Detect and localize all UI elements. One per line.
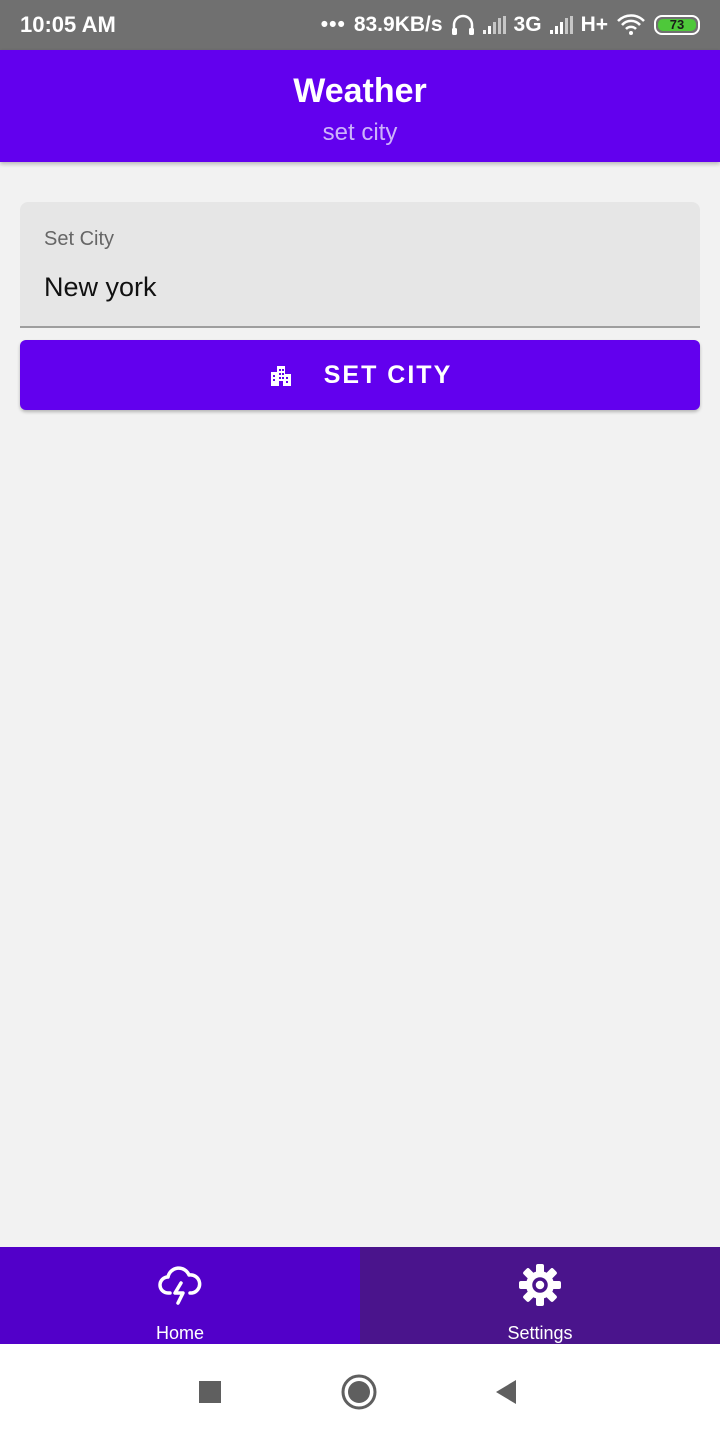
- city-field-label: Set City: [44, 228, 115, 250]
- status-time: 10:05 AM: [20, 12, 116, 37]
- nav-label-settings: Settings: [507, 1323, 573, 1343]
- back-button[interactable]: [488, 1374, 524, 1410]
- set-city-button[interactable]: SET CITY: [20, 340, 700, 410]
- bottom-nav: Home Settings: [0, 1247, 720, 1344]
- recents-button[interactable]: [192, 1374, 228, 1410]
- page-title: Weather: [293, 72, 427, 110]
- nav-label-home: Home: [155, 1323, 204, 1343]
- dots-icon: •••: [320, 13, 346, 36]
- circle-icon: [341, 1374, 377, 1410]
- city-icon: [270, 366, 291, 386]
- system-nav-bar: [0, 1344, 720, 1440]
- network-type-2: H+: [580, 13, 608, 36]
- city-input[interactable]: [44, 272, 664, 303]
- cloud-lightning-icon: [158, 1266, 202, 1305]
- city-field[interactable]: Set City: [20, 202, 700, 328]
- network-type-1: 3G: [513, 13, 542, 36]
- signal-icon: [482, 16, 506, 34]
- headphones-icon: [451, 14, 474, 35]
- status-bar: 10:05 AM ••• 83.9KB/s 3G H+ 73: [0, 0, 720, 50]
- gear-icon: [519, 1264, 561, 1306]
- battery-level: 73: [658, 18, 696, 31]
- battery-icon: 73: [654, 15, 700, 35]
- set-city-button-label: SET CITY: [323, 360, 453, 389]
- nav-item-home[interactable]: Home: [0, 1247, 360, 1344]
- back-triangle-icon: [496, 1380, 516, 1404]
- app-bar: Weather set city: [0, 50, 720, 162]
- square-icon: [199, 1381, 221, 1403]
- status-indicators: ••• 83.9KB/s 3G H+ 73: [321, 13, 700, 37]
- home-button[interactable]: [341, 1374, 377, 1410]
- nav-item-settings[interactable]: Settings: [360, 1247, 720, 1344]
- signal-icon-2: [549, 16, 573, 34]
- wifi-icon: [617, 14, 645, 35]
- network-speed: 83.9KB/s: [353, 13, 443, 36]
- page-subtitle: set city: [322, 119, 398, 146]
